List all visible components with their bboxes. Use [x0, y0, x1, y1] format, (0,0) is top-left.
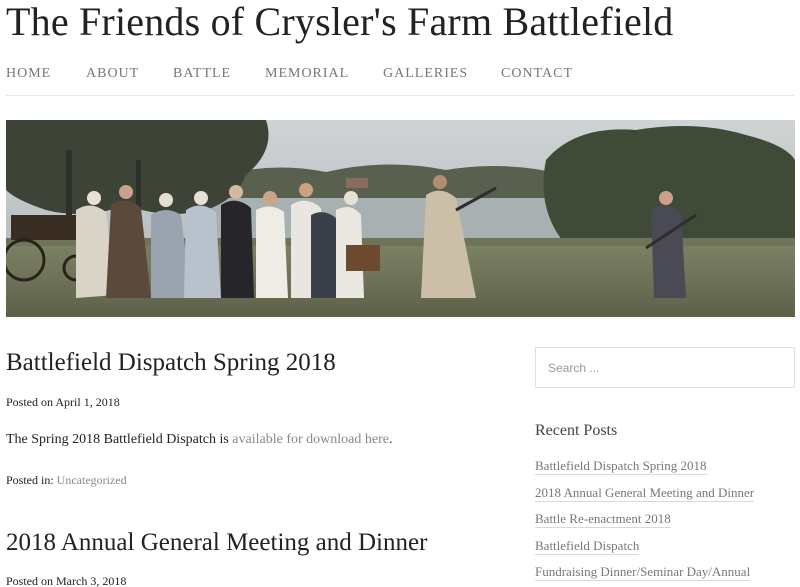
post-date[interactable]: March 3, 2018 [56, 574, 126, 587]
post-body: The Spring 2018 Battlefield Dispatch is … [6, 432, 392, 448]
search-box [535, 347, 795, 388]
post-title[interactable]: 2018 Annual General Meeting and Dinner [6, 529, 427, 557]
main-navigation: HOME ABOUT BATTLE MEMORIAL GALLERIES CON… [6, 66, 794, 96]
recent-post-link[interactable]: Fundraising Dinner/Seminar Day/Annual [535, 564, 751, 581]
category-link[interactable]: Uncategorized [57, 473, 127, 487]
recent-post-link[interactable]: Battlefield Dispatch Spring 2018 [535, 458, 707, 475]
recent-post-link[interactable]: Battle Re-enactment 2018 [535, 511, 671, 528]
nav-about[interactable]: ABOUT [86, 66, 139, 82]
recent-posts-title: Recent Posts [535, 422, 618, 439]
recent-post-link[interactable]: Battlefield Dispatch [535, 538, 640, 555]
nav-contact[interactable]: CONTACT [501, 66, 573, 82]
post-body-text: The Spring 2018 Battlefield Dispatch is [6, 432, 229, 447]
post-title[interactable]: Battlefield Dispatch Spring 2018 [6, 349, 336, 377]
post-meta: Posted on March 3, 2018 [6, 574, 126, 587]
post-category: Posted in: Uncategorized [6, 473, 127, 488]
nav-galleries[interactable]: GALLERIES [383, 66, 468, 82]
post-meta-prefix: Posted on [6, 574, 54, 587]
download-link[interactable]: available for download here [232, 432, 389, 447]
post-date[interactable]: April 1, 2018 [55, 395, 119, 409]
site-title[interactable]: The Friends of Crysler's Farm Battlefiel… [6, 0, 674, 44]
nav-home[interactable]: HOME [6, 66, 51, 82]
hero-photo [6, 120, 795, 317]
post-meta-prefix: Posted on [6, 395, 54, 409]
search-input[interactable] [536, 348, 794, 387]
nav-battle[interactable]: BATTLE [173, 66, 231, 82]
post-meta: Posted on April 1, 2018 [6, 395, 120, 410]
recent-post-link[interactable]: 2018 Annual General Meeting and Dinner [535, 485, 755, 502]
hero-image [6, 120, 795, 317]
post-category-prefix: Posted in: [6, 473, 54, 487]
post-body-suffix: . [388, 432, 393, 447]
nav-memorial[interactable]: MEMORIAL [265, 66, 349, 82]
